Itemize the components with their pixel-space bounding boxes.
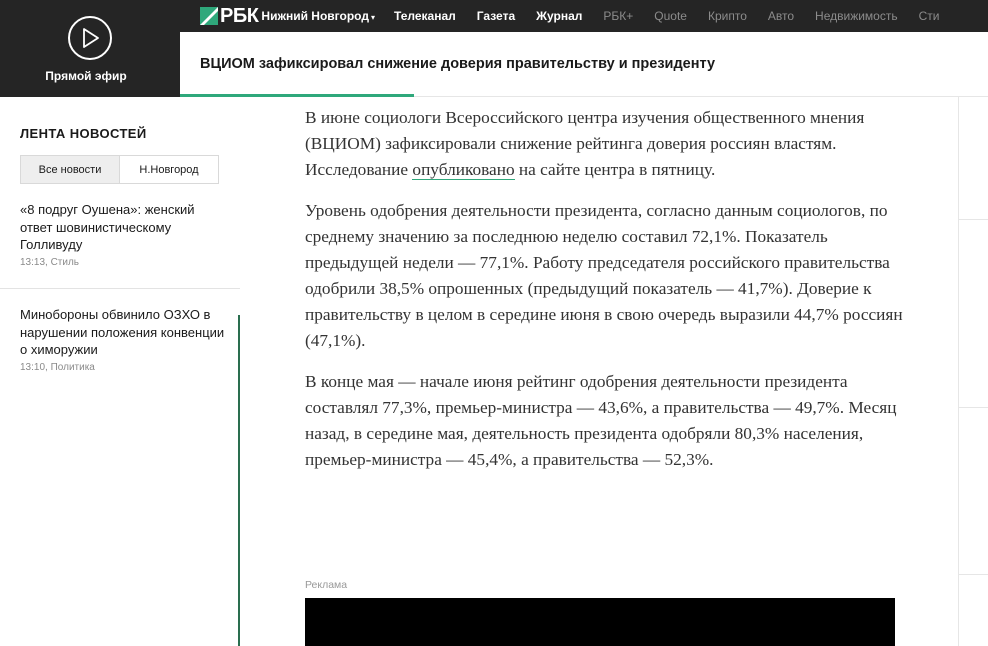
article-paragraph: В июне социологи Всероссийского центра и… <box>305 105 905 183</box>
feed-tabs: Все новости Н.Новгород <box>20 155 219 184</box>
feed-item-meta: 13:10, Политика <box>20 361 95 373</box>
caret-down-icon: ▾ <box>370 13 375 22</box>
feed-item-meta: 13:13, Стиль <box>20 256 80 268</box>
published-link[interactable]: опубликовано <box>412 160 515 180</box>
rail-divider <box>959 407 988 408</box>
feed-item-title[interactable]: «8 подруг Оушена»: женский ответ шовинис… <box>20 201 225 254</box>
region-label: Нижний Новгород <box>261 9 369 23</box>
nav-item-style[interactable]: Сти <box>919 9 940 23</box>
feed-title: ЛЕНТА НОВОСТЕЙ <box>20 126 147 141</box>
news-feed: ЛЕНТА НОВОСТЕЙ Все новости Н.Новгород «8… <box>0 97 240 646</box>
live-stream-block[interactable]: Прямой эфир <box>0 0 180 97</box>
rail-divider <box>959 219 988 220</box>
region-selector[interactable]: Нижний Новгород ▾ <box>261 9 375 23</box>
nav-item-auto[interactable]: Авто <box>768 9 794 23</box>
article-paragraph: Уровень одобрения деятельности президент… <box>305 201 903 350</box>
ad-label: Реклама <box>305 579 348 591</box>
feed-item[interactable]: «8 подруг Оушена»: женский ответ шовинис… <box>20 201 225 268</box>
nav-item-tv[interactable]: Телеканал <box>394 9 456 23</box>
tab-nnovgorod[interactable]: Н.Новгород <box>119 156 218 183</box>
feed-divider <box>0 288 240 289</box>
tab-all-news[interactable]: Все новости <box>21 156 119 183</box>
article-body: В июне социологи Всероссийского центра и… <box>305 105 905 488</box>
logo-text: РБК <box>220 4 259 27</box>
nav-item-realty[interactable]: Недвижимость <box>815 9 898 23</box>
live-stream-label[interactable]: Прямой эфир <box>0 69 172 83</box>
feed-item[interactable]: Минобороны обвинило ОЗХО в нарушении пол… <box>20 306 225 373</box>
nav-item-magazine[interactable]: Журнал <box>536 9 582 23</box>
rbc-logo[interactable]: РБК <box>200 4 259 28</box>
rbc-logo-icon <box>200 7 218 25</box>
nav-item-newspaper[interactable]: Газета <box>477 9 515 23</box>
nav-item-crypto[interactable]: Крипто <box>708 9 747 23</box>
sticky-headline-bar: ВЦИОМ зафиксировал снижение доверия прав… <box>180 32 988 97</box>
feed-scroll-indicator <box>238 315 240 646</box>
paragraph-text: на сайте центра в пятницу. <box>514 160 716 179</box>
nav-item-rbc-plus[interactable]: РБК+ <box>603 9 633 23</box>
rail-divider <box>959 574 988 575</box>
nav-item-quote[interactable]: Quote <box>654 9 687 23</box>
top-nav: РБК Нижний Новгород ▾ Телеканал Газета Жу… <box>180 0 988 32</box>
feed-item-title[interactable]: Минобороны обвинило ОЗХО в нарушении пол… <box>20 306 225 359</box>
article-headline: ВЦИОМ зафиксировал снижение доверия прав… <box>200 56 716 72</box>
right-rail <box>958 97 988 646</box>
article-paragraph: В конце мая — начале июня рейтинг одобре… <box>305 372 897 469</box>
ad-banner[interactable] <box>305 598 895 646</box>
play-icon[interactable] <box>68 16 112 60</box>
